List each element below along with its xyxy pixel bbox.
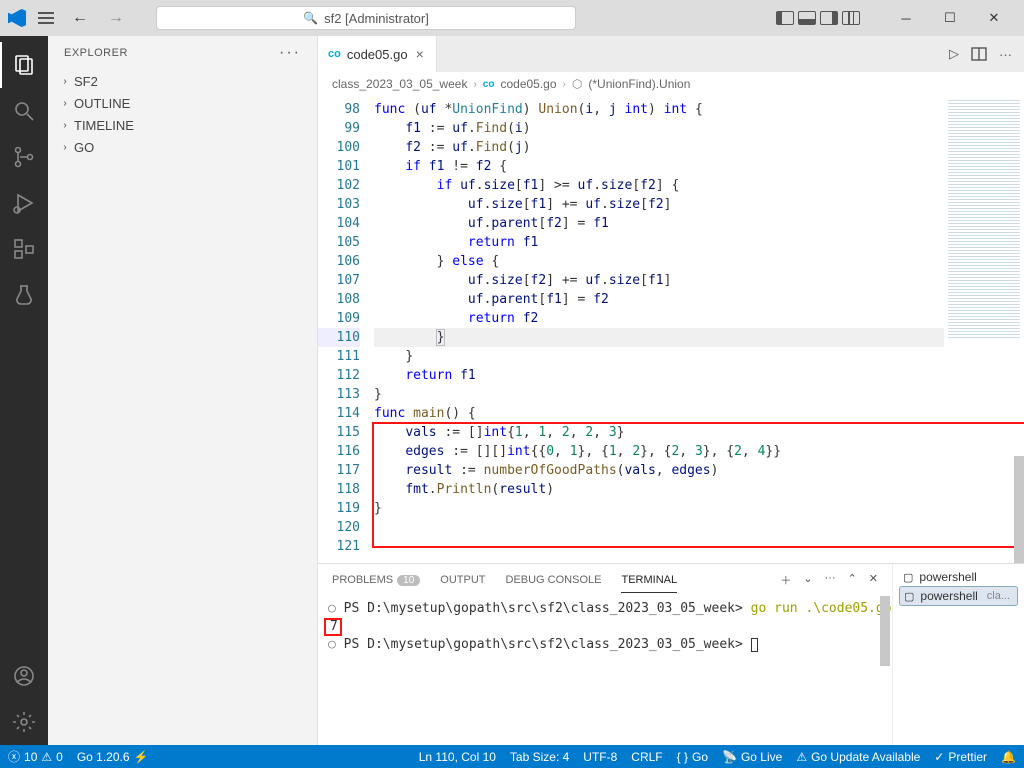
- status-go-version[interactable]: Go 1.20.6 ⚡: [77, 750, 149, 764]
- sidebar-more-icon[interactable]: ···: [279, 44, 301, 62]
- maximize-button[interactable]: ☐: [928, 2, 972, 34]
- terminal-content[interactable]: ○ PS D:\mysetup\gopath\src\sf2\class_202…: [318, 596, 892, 745]
- activity-bar: [0, 36, 48, 745]
- breadcrumb-symbol[interactable]: (*UnionFind).Union: [588, 77, 690, 91]
- source-control-activity-icon[interactable]: [0, 134, 48, 180]
- panel-tab-problems[interactable]: PROBLEMS10: [332, 568, 420, 592]
- symbol-method-icon: ⬡: [572, 77, 582, 91]
- customize-layout-icon[interactable]: [842, 11, 860, 25]
- terminal-scrollbar-thumb[interactable]: [880, 596, 890, 666]
- chevron-right-icon: ›: [60, 142, 70, 153]
- settings-activity-icon[interactable]: [0, 699, 48, 745]
- editor-more-icon[interactable]: ···: [999, 47, 1012, 62]
- status-golive[interactable]: 📡 Go Live: [722, 750, 782, 764]
- go-file-icon: co: [328, 48, 341, 60]
- panel-more-icon[interactable]: ···: [825, 572, 836, 588]
- terminal-tabs-list: ▢powershell ▢powershellcla...: [892, 564, 1024, 745]
- sidebar-title: EXPLORER: [64, 47, 128, 59]
- tab-code05[interactable]: co code05.go ×: [318, 36, 437, 72]
- panel-tab-terminal[interactable]: TERMINAL: [621, 568, 677, 593]
- status-language[interactable]: { } Go: [677, 750, 708, 764]
- terminal-icon: ▢: [903, 571, 913, 584]
- maximize-panel-icon[interactable]: ⌃: [848, 572, 857, 588]
- editor-tabs: co code05.go × ▷ ···: [318, 36, 1024, 72]
- toggle-panel-icon[interactable]: [798, 11, 816, 25]
- breadcrumb[interactable]: class_2023_03_05_week › co code05.go › ⬡…: [318, 72, 1024, 96]
- terminal-dropdown-icon[interactable]: ⌄: [803, 572, 812, 588]
- panel-tabs: PROBLEMS10 OUTPUT DEBUG CONSOLE TERMINAL…: [318, 564, 892, 596]
- terminal-icon: ▢: [904, 590, 914, 603]
- close-panel-icon[interactable]: ✕: [869, 572, 878, 588]
- sidebar-item-sf2[interactable]: ›SF2: [48, 70, 317, 92]
- toggle-secondary-sidebar-icon[interactable]: [820, 11, 838, 25]
- code-editor[interactable]: 9899100101102103104105106107108109110111…: [318, 96, 1024, 563]
- sidebar-item-timeline[interactable]: ›TIMELINE: [48, 114, 317, 136]
- new-terminal-icon[interactable]: ＋: [780, 572, 791, 588]
- run-debug-activity-icon[interactable]: [0, 180, 48, 226]
- explorer-activity-icon[interactable]: [0, 42, 48, 88]
- line-gutter: 9899100101102103104105106107108109110111…: [318, 96, 374, 563]
- layout-controls: [776, 11, 860, 25]
- window-controls: ─ ☐ ✕: [884, 2, 1016, 34]
- bottom-panel: PROBLEMS10 OUTPUT DEBUG CONSOLE TERMINAL…: [318, 563, 1024, 745]
- editor-scrollbar-thumb[interactable]: [1014, 456, 1024, 563]
- chevron-right-icon: ›: [60, 120, 70, 131]
- go-file-icon: co: [483, 79, 495, 90]
- tab-label: code05.go: [347, 47, 408, 62]
- status-encoding[interactable]: UTF-8: [583, 750, 617, 764]
- command-center[interactable]: 🔍 sf2 [Administrator]: [156, 6, 576, 30]
- nav-forward-icon[interactable]: →: [102, 9, 130, 27]
- editor-area: co code05.go × ▷ ··· class_2023_03_05_we…: [318, 36, 1024, 745]
- status-line-col[interactable]: Ln 110, Col 10: [419, 750, 496, 764]
- chevron-right-icon: ›: [60, 76, 70, 87]
- explorer-sidebar: EXPLORER ··· ›SF2 ›OUTLINE ›TIMELINE ›GO: [48, 36, 318, 745]
- sidebar-item-outline[interactable]: ›OUTLINE: [48, 92, 317, 114]
- testing-activity-icon[interactable]: [0, 272, 48, 318]
- status-notifications-icon[interactable]: 🔔: [1001, 750, 1016, 764]
- chevron-right-icon: ›: [473, 79, 476, 90]
- status-prettier[interactable]: ✓ Prettier: [934, 750, 987, 764]
- minimize-button[interactable]: ─: [884, 2, 928, 34]
- code-content[interactable]: func (uf *UnionFind) Union(i, j int) int…: [374, 96, 944, 563]
- tab-close-icon[interactable]: ×: [414, 46, 426, 62]
- status-goupdate[interactable]: ⚠ Go Update Available: [796, 750, 920, 764]
- sidebar-item-go[interactable]: ›GO: [48, 136, 317, 158]
- panel-tab-output[interactable]: OUTPUT: [440, 568, 485, 592]
- terminal-tab-1[interactable]: ▢powershell: [899, 568, 1018, 586]
- status-errors[interactable]: ⓧ 10 ⚠ 0: [8, 748, 63, 765]
- breadcrumb-file[interactable]: code05.go: [500, 77, 556, 91]
- vscode-logo-icon: [8, 9, 26, 27]
- problems-badge: 10: [397, 575, 420, 586]
- status-bar: ⓧ 10 ⚠ 0 Go 1.20.6 ⚡ Ln 110, Col 10 Tab …: [0, 745, 1024, 768]
- title-bar: ← → 🔍 sf2 [Administrator] ─ ☐ ✕: [0, 0, 1024, 36]
- chevron-right-icon: ›: [563, 79, 566, 90]
- search-activity-icon[interactable]: [0, 88, 48, 134]
- menu-hamburger-icon[interactable]: [34, 8, 58, 28]
- sidebar-header: EXPLORER ···: [48, 36, 317, 70]
- nav-back-icon[interactable]: ←: [66, 9, 94, 27]
- accounts-activity-icon[interactable]: [0, 653, 48, 699]
- status-indent[interactable]: Tab Size: 4: [510, 750, 569, 764]
- panel-tab-debug[interactable]: DEBUG CONSOLE: [506, 568, 602, 592]
- run-file-icon[interactable]: ▷: [949, 46, 959, 62]
- terminal-tab-2[interactable]: ▢powershellcla...: [899, 586, 1018, 606]
- extensions-activity-icon[interactable]: [0, 226, 48, 272]
- close-window-button[interactable]: ✕: [972, 2, 1016, 34]
- breadcrumb-folder[interactable]: class_2023_03_05_week: [332, 77, 467, 91]
- minimap[interactable]: [944, 96, 1024, 563]
- status-eol[interactable]: CRLF: [631, 750, 662, 764]
- toggle-primary-sidebar-icon[interactable]: [776, 11, 794, 25]
- search-placeholder: sf2 [Administrator]: [324, 11, 429, 26]
- search-icon: 🔍: [303, 11, 318, 25]
- chevron-right-icon: ›: [60, 98, 70, 109]
- editor-actions: ▷ ···: [937, 36, 1024, 72]
- split-editor-icon[interactable]: [971, 47, 987, 61]
